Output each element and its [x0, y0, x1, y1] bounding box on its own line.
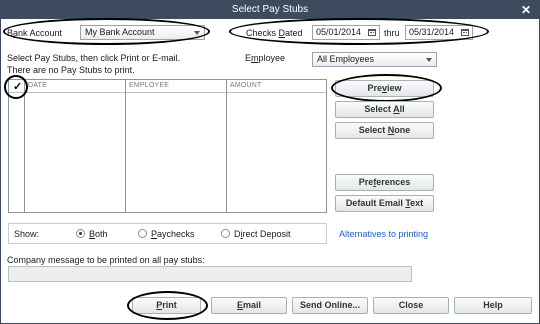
column-header-date[interactable]: DATE: [28, 82, 47, 89]
employee-label: Employee: [245, 53, 286, 63]
checks-to-date-field[interactable]: 05/31/2014: [405, 25, 473, 40]
column-header-employee[interactable]: EMPLOYEE: [129, 82, 169, 89]
print-button[interactable]: Print: [132, 297, 201, 314]
employee-value: All Employees: [317, 54, 375, 64]
select-all-button[interactable]: Select All: [335, 101, 434, 118]
radio-direct-deposit[interactable]: [221, 229, 230, 238]
calendar-icon[interactable]: [368, 29, 376, 36]
chevron-down-icon: [426, 58, 432, 62]
select-pay-stubs-window: Select Pay Stubs ✕ Bank Account My Bank …: [0, 0, 540, 324]
pay-stubs-table[interactable]: ✓ DATE EMPLOYEE AMOUNT: [8, 79, 327, 213]
close-icon[interactable]: ✕: [519, 1, 533, 19]
radio-both[interactable]: [76, 229, 85, 238]
show-label: Show:: [14, 229, 40, 239]
send-online-button[interactable]: Send Online...: [292, 297, 368, 314]
alternatives-to-printing-link[interactable]: Alternatives to printing: [339, 229, 428, 239]
company-message-label: Company message to be printed on all pay…: [7, 255, 205, 265]
radio-paychecks-label[interactable]: Paychecks: [151, 229, 195, 239]
to-date-value: 05/31/2014: [409, 27, 455, 37]
from-date-value: 05/01/2014: [316, 27, 362, 37]
select-none-button[interactable]: Select None: [335, 122, 434, 139]
window-title: Select Pay Stubs: [231, 4, 309, 15]
table-header: ✓ DATE EMPLOYEE AMOUNT: [9, 80, 326, 93]
preferences-button[interactable]: Preferences: [335, 174, 434, 191]
column-divider: [125, 80, 126, 212]
checks-from-date-field[interactable]: 05/01/2014: [312, 25, 380, 40]
column-header-amount[interactable]: AMOUNT: [230, 82, 262, 89]
close-button[interactable]: Close: [373, 297, 449, 314]
chevron-down-icon: [194, 31, 200, 35]
default-email-text-button[interactable]: Default Email Text: [335, 195, 434, 212]
preview-button[interactable]: Preview: [335, 80, 434, 97]
bank-account-dropdown[interactable]: My Bank Account: [80, 25, 205, 40]
employee-dropdown[interactable]: All Employees: [312, 52, 437, 67]
check-mark-icon[interactable]: ✓: [13, 80, 22, 93]
bank-account-value: My Bank Account: [85, 27, 155, 37]
no-pay-stubs-text: There are no Pay Stubs to print.: [7, 65, 135, 75]
radio-both-label[interactable]: Both: [89, 229, 108, 239]
title-bar: Select Pay Stubs ✕: [1, 1, 539, 19]
radio-direct-deposit-label[interactable]: Direct Deposit: [234, 229, 291, 239]
column-divider: [24, 80, 25, 212]
bank-account-label: Bank Account: [7, 28, 63, 38]
column-divider: [226, 80, 227, 212]
calendar-icon[interactable]: [461, 29, 469, 36]
company-message-field[interactable]: [8, 266, 412, 282]
checks-dated-label: Checks Dated: [246, 28, 303, 38]
thru-label: thru: [384, 28, 400, 38]
instructions-text: Select Pay Stubs, then click Print or E-…: [7, 53, 181, 63]
email-button[interactable]: Email: [211, 297, 287, 314]
help-button[interactable]: Help: [454, 297, 532, 314]
radio-paychecks[interactable]: [138, 229, 147, 238]
